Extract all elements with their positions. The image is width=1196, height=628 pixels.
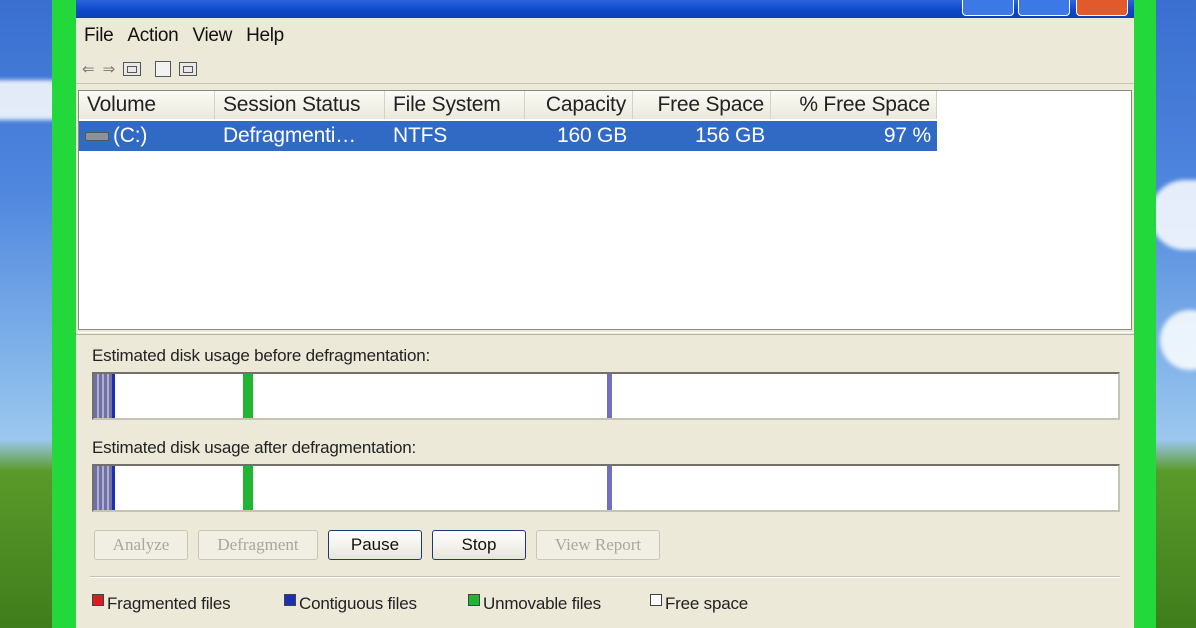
close-button[interactable] (1076, 0, 1128, 16)
legend-item: Unmovable files (468, 594, 601, 614)
maximize-button[interactable] (1018, 0, 1070, 16)
usage-after-bar (92, 464, 1120, 512)
menu-view[interactable]: View (192, 25, 232, 47)
minimize-button[interactable] (962, 0, 1014, 16)
column-session-status[interactable]: Session Status (215, 91, 385, 119)
view-icon[interactable] (179, 61, 198, 76)
usage-before-label: Estimated disk usage before defragmentat… (92, 346, 431, 365)
contiguous-segment (112, 466, 115, 510)
properties-icon[interactable] (155, 60, 172, 77)
menu-file[interactable]: File (84, 25, 114, 47)
contiguous-segment (94, 466, 112, 510)
contiguous-segment (112, 374, 115, 418)
unmovable-swatch (468, 594, 480, 606)
unmovable-segment (243, 374, 253, 418)
column-volume[interactable]: Volume (79, 91, 215, 119)
usage-after-label: Estimated disk usage after defragmentati… (92, 438, 417, 457)
legend-label: Contiguous files (299, 594, 417, 613)
table-row[interactable]: (C:) Defragmenti… NTFS 160 GB 156 GB 97 … (79, 121, 937, 151)
analyze-button[interactable]: Analyze (94, 530, 188, 560)
contiguous-segment (607, 466, 612, 510)
legend-label: Fragmented files (107, 594, 231, 613)
filesystem-cell: NTFS (385, 121, 525, 151)
back-arrow-icon[interactable]: ⇐ (82, 60, 95, 78)
contiguous-segment (607, 374, 612, 418)
percent-free-cell: 97 % (771, 121, 937, 151)
drive-icon (85, 132, 109, 141)
forward-arrow-icon[interactable]: ⇒ (103, 60, 116, 78)
view-icon[interactable] (123, 61, 142, 76)
stop-button[interactable]: Stop (432, 530, 526, 560)
pane-divider[interactable] (76, 332, 1134, 335)
status-cell: Defragmenti… (215, 121, 385, 151)
defragmenter-window: File Action View Help ⇐ ⇒ Volume Session… (76, 0, 1134, 628)
desktop-cloud (1160, 310, 1196, 370)
toolbar: ⇐ ⇒ (76, 54, 1134, 84)
menu-action[interactable]: Action (127, 25, 178, 47)
volume-list: Volume Session Status File System Capaci… (78, 90, 1132, 330)
legend-label: Free space (665, 594, 749, 613)
volume-cell: (C:) (79, 121, 215, 151)
legend-separator (90, 576, 1120, 578)
free-space-swatch (650, 594, 662, 606)
legend-item: Free space (650, 594, 748, 614)
usage-before-bar (92, 372, 1120, 420)
volume-name: (C:) (113, 124, 148, 147)
menu-help[interactable]: Help (246, 25, 284, 47)
title-bar[interactable] (76, 0, 1134, 18)
contiguous-swatch (284, 594, 296, 606)
column-file-system[interactable]: File System (385, 91, 525, 119)
fragmented-swatch (92, 594, 104, 606)
legend-label: Unmovable files (483, 594, 601, 613)
capacity-cell: 160 GB (525, 121, 633, 151)
legend-item: Contiguous files (284, 594, 417, 614)
free-space-cell: 156 GB (633, 121, 771, 151)
contiguous-segment (94, 374, 112, 418)
column-capacity[interactable]: Capacity (525, 91, 633, 119)
column-percent-free[interactable]: % Free Space (771, 91, 937, 119)
desktop-cloud (1150, 180, 1196, 250)
defragment-button[interactable]: Defragment (198, 530, 318, 560)
pause-button[interactable]: Pause (328, 530, 422, 560)
column-free-space[interactable]: Free Space (633, 91, 771, 119)
volume-list-header: Volume Session Status File System Capaci… (79, 91, 937, 119)
menu-bar: File Action View Help (76, 20, 1134, 52)
legend-item: Fragmented files (92, 594, 231, 614)
view-report-button[interactable]: View Report (536, 530, 660, 560)
unmovable-segment (243, 466, 253, 510)
